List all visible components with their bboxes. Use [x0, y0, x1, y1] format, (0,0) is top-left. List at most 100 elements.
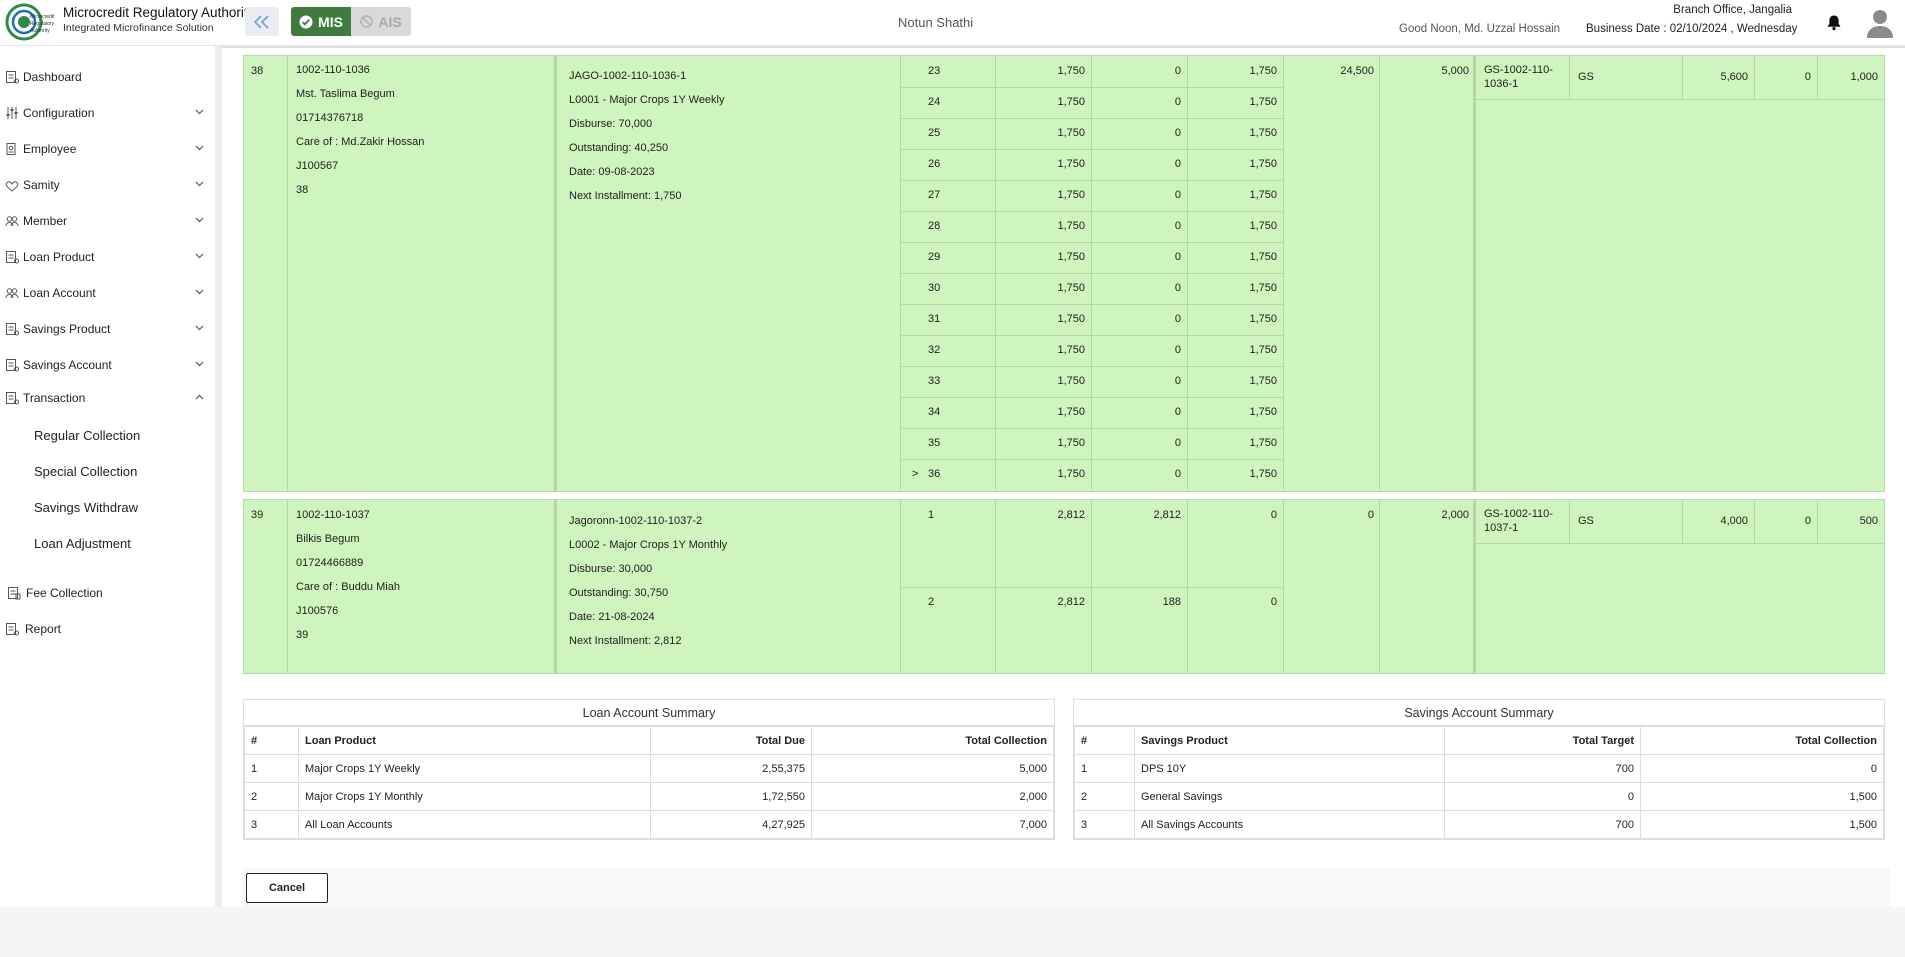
installment-paid: 0 [1174, 189, 1181, 201]
chevron-down-icon [195, 253, 204, 259]
user-avatar-icon[interactable] [1866, 8, 1894, 38]
savings-target: 0 [1804, 515, 1811, 527]
installment-due: 1,750 [1249, 96, 1277, 108]
member-serial: 39 [296, 629, 309, 641]
savings-account-icon [6, 359, 19, 372]
main-top-divider [222, 46, 1905, 48]
installment-due: 1,750 [1249, 468, 1277, 480]
sidebar-item-transaction[interactable]: Transaction [0, 386, 215, 410]
installment-amount: 1,750 [1057, 127, 1085, 139]
total-due: 24,500 [1340, 65, 1374, 77]
loan-account-summary: Loan Account Summary # Loan Product Tota… [243, 699, 1055, 840]
ais-toggle-button[interactable]: AIS [351, 7, 411, 36]
sidebar-item-fee-collection[interactable]: Fee Collection [0, 581, 215, 605]
sidebar-item-label: Report [25, 622, 62, 636]
installment-due: 1,750 [1249, 313, 1277, 325]
total-collection: 1,500 [1640, 782, 1884, 811]
sidebar-item-loan-product[interactable]: Loan Product [0, 245, 215, 269]
double-chevron-left-icon [253, 14, 269, 29]
loan-outstanding: Outstanding: 40,250 [569, 142, 669, 154]
savings-collection[interactable]: 1,000 [1821, 71, 1878, 83]
savings-account-code: GS-1002-110-1037-1 [1484, 508, 1553, 534]
loan-date: Date: 21-08-2024 [569, 611, 655, 623]
loan-product: All Loan Accounts [298, 810, 651, 839]
ban-icon [360, 15, 374, 28]
sub-item-special-collection[interactable]: Special Collection [34, 464, 137, 479]
installment-due: 1,750 [1249, 127, 1277, 139]
member-id: J100567 [296, 160, 339, 172]
chevron-down-icon [195, 109, 204, 115]
loan-product-icon [6, 251, 19, 264]
savings-product-code: GS [1578, 71, 1594, 83]
mis-toggle-button[interactable]: MIS [291, 7, 351, 36]
fee-icon [8, 587, 21, 600]
transaction-icon [6, 392, 19, 405]
installment-due: 1,750 [1249, 251, 1277, 263]
row-index: 1 [244, 754, 299, 783]
table-row: 2 Major Crops 1Y Monthly 1,72,550 2,000 [244, 782, 1054, 811]
collection-amount[interactable]: 5,000 [1383, 65, 1469, 77]
installment-paid: 0 [1174, 220, 1181, 232]
installment-amount: 1,750 [1057, 96, 1085, 108]
sidebar-item-label: Member [23, 214, 68, 228]
sidebar-item-label: Employee [23, 142, 77, 156]
sidebar-item-savings-account[interactable]: Savings Account [0, 353, 215, 377]
installment-due: 1,750 [1249, 344, 1277, 356]
cancel-button[interactable]: Cancel [246, 873, 328, 903]
sidebar-item-configuration[interactable]: Configuration [0, 101, 215, 125]
serial-number: 38 [251, 65, 264, 77]
column-header: Loan Product [298, 726, 651, 755]
loan-account-code: JAGO-1002-110-1036-1 [569, 70, 687, 82]
installment-number: 24 [928, 96, 941, 108]
chevron-down-icon [195, 145, 204, 151]
sidebar-item-dashboard[interactable]: Dashboard [0, 65, 215, 89]
member-care-of: Care of : Buddu Miah [296, 581, 400, 593]
sidebar-item-label: Configuration [23, 106, 95, 120]
sub-item-regular-collection[interactable]: Regular Collection [34, 428, 140, 443]
installment-due: 1,750 [1249, 65, 1277, 77]
table-row: 3 All Savings Accounts 700 1,500 [1074, 810, 1884, 839]
sub-item-loan-adjustment[interactable]: Loan Adjustment [34, 536, 131, 551]
sidebar-item-label: Fee Collection [26, 586, 103, 600]
installment-number: 30 [928, 282, 941, 294]
installment-amount: 1,750 [1057, 251, 1085, 263]
sidebar-item-label: Dashboard [23, 70, 82, 84]
total-due: 0 [1367, 509, 1374, 521]
sub-item-savings-withdraw[interactable]: Savings Withdraw [34, 500, 138, 515]
column-header: Total Due [650, 726, 812, 755]
installment-amount: 1,750 [1057, 220, 1085, 232]
sidebar-item-samity[interactable]: Samity [0, 173, 215, 197]
savings-balance: 4,000 [1720, 515, 1748, 527]
savings-product-code: GS [1578, 515, 1594, 527]
row-index: 2 [244, 782, 299, 811]
sidebar-item-employee[interactable]: Employee [0, 137, 215, 161]
bell-icon[interactable] [1826, 14, 1842, 31]
mis-label: MIS [318, 13, 343, 30]
savings-summary-table: # Savings Product Total Target Total Col… [1074, 726, 1884, 839]
installment-paid: 188 [1162, 596, 1181, 608]
column-header: Savings Product [1134, 726, 1445, 755]
installment-amount: 1,750 [1057, 65, 1085, 77]
savings-collection[interactable]: 500 [1821, 515, 1878, 527]
collapse-sidebar-button[interactable] [245, 7, 279, 36]
savings-product: All Savings Accounts [1134, 810, 1445, 839]
total-collection: 1,500 [1640, 810, 1884, 839]
sidebar-item-member[interactable]: Member [0, 209, 215, 233]
app-header: Microcredit Regulatory Authority Microcr… [0, 0, 1905, 46]
installment-amount: 1,750 [1057, 189, 1085, 201]
collection-amount[interactable]: 2,000 [1383, 509, 1469, 521]
installment-number: 32 [928, 344, 941, 356]
installment-number: 25 [928, 127, 941, 139]
employee-icon [6, 143, 16, 155]
sidebar-item-savings-product[interactable]: Savings Product [0, 317, 215, 341]
total-collection: 2,000 [811, 782, 1054, 811]
sidebar-item-loan-account[interactable]: Loan Account [0, 281, 215, 305]
logo-text-2: Regulatory [30, 21, 55, 27]
total-due: 1,72,550 [650, 782, 812, 811]
sidebar-item-label: Savings Account [23, 358, 112, 372]
installment-paid: 0 [1174, 406, 1181, 418]
installment-amount: 1,750 [1057, 344, 1085, 356]
savings-account-summary: Savings Account Summary # Savings Produc… [1073, 699, 1885, 840]
installment-paid: 0 [1174, 468, 1181, 480]
sidebar-item-report[interactable]: Report [0, 617, 215, 641]
